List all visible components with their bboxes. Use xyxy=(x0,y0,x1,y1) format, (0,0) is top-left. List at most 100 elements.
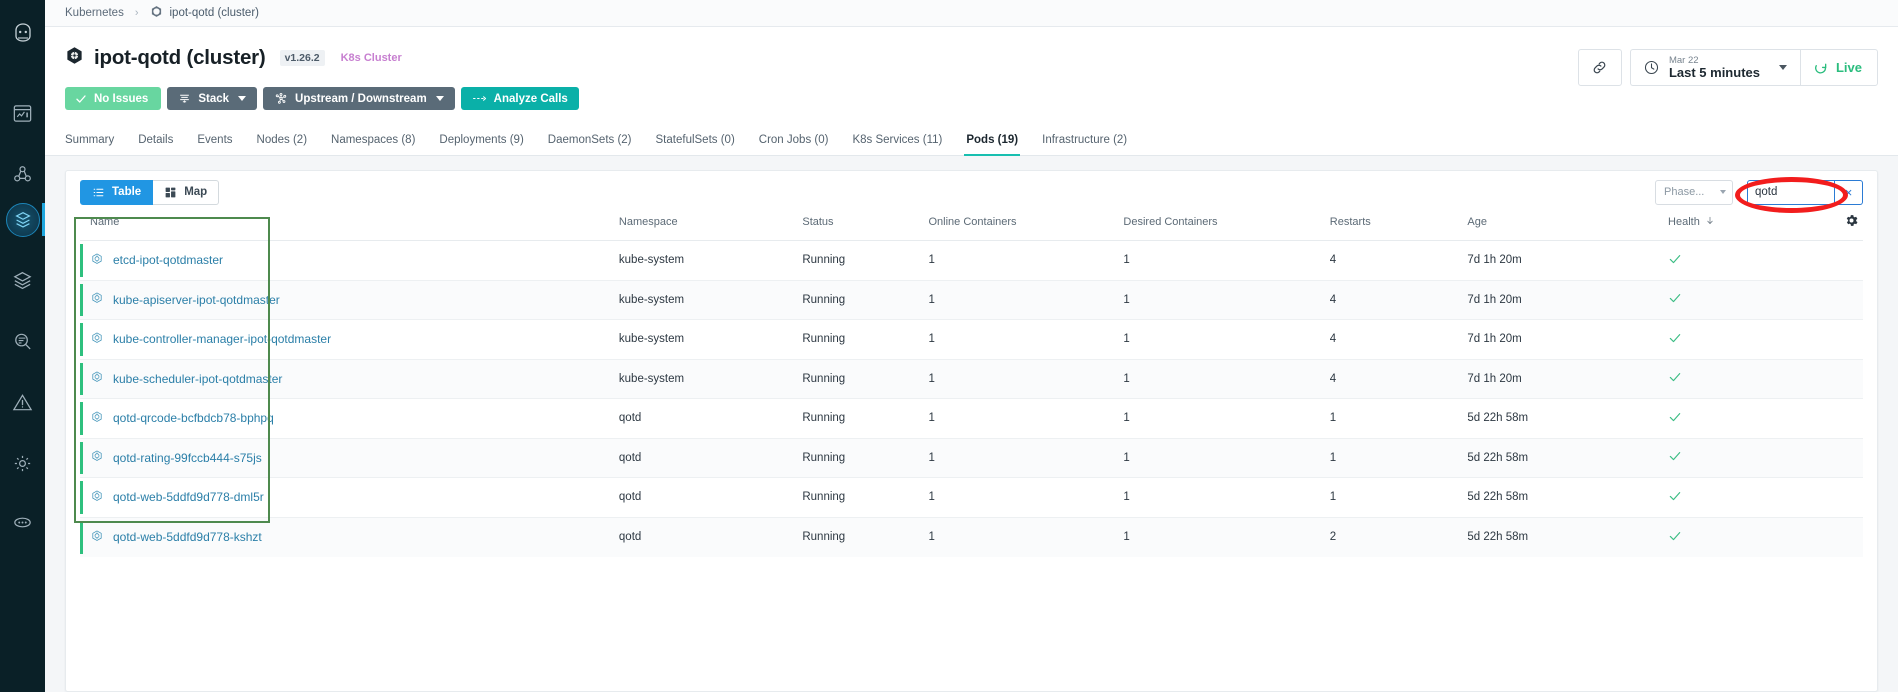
stack-label: Stack xyxy=(198,92,230,105)
tab-namespaces-8[interactable]: Namespaces (8) xyxy=(319,134,427,155)
table-row[interactable]: qotd-web-5ddfd9d778-dml5r qotd Running 1 1 1 5… xyxy=(80,477,1863,518)
column-header-age[interactable]: Age xyxy=(1467,213,1669,241)
search-input-wrapper[interactable] xyxy=(1747,179,1835,205)
column-header-name[interactable]: Name xyxy=(80,213,619,241)
column-header-restarts[interactable]: Restarts xyxy=(1329,213,1468,241)
table-row[interactable]: kube-apiserver-ipot-qotdmaster kube-syste… xyxy=(80,280,1863,320)
explore-search-icon[interactable] xyxy=(0,319,45,364)
cell-health xyxy=(1668,477,1818,518)
search-input[interactable] xyxy=(1755,186,1827,198)
view-toggle-table[interactable]: Table xyxy=(80,179,154,205)
cell-restarts: 1 xyxy=(1329,477,1468,518)
analyze-calls-button[interactable]: Analyze Calls xyxy=(460,87,579,110)
pod-name-link[interactable]: kube-scheduler-ipot-qotdmaster xyxy=(113,372,282,386)
table-row[interactable]: kube-controller-manager-ipot-qotdmaster k… xyxy=(80,319,1863,360)
alerts-warning-icon[interactable] xyxy=(0,380,45,425)
tab-pods-19[interactable]: Pods (19) xyxy=(954,134,1030,156)
column-header-health[interactable]: Health xyxy=(1668,213,1818,241)
action-buttons: No Issues Stack Upstream / Downstream An… xyxy=(65,87,1878,110)
cell-pod-name[interactable]: etcd-ipot-qotdmaster xyxy=(80,240,619,281)
upstream-downstream-button[interactable]: Upstream / Downstream xyxy=(263,87,455,110)
tab-daemonsets-2[interactable]: DaemonSets (2) xyxy=(536,134,644,155)
pod-icon xyxy=(90,291,104,308)
home-logo-icon[interactable] xyxy=(0,10,45,55)
cell-age: 5d 22h 58m xyxy=(1467,438,1669,478)
pod-name-link[interactable]: qotd-web-5ddfd9d778-kshzt xyxy=(113,530,262,544)
no-issues-button[interactable]: No Issues xyxy=(65,87,162,110)
column-header-desired-containers[interactable]: Desired Containers xyxy=(1123,213,1330,241)
view-toggle-map[interactable]: Map xyxy=(153,179,220,205)
view-toggle-map-label: Map xyxy=(184,186,208,198)
cell-restarts: 4 xyxy=(1329,240,1468,281)
tab-bar: Summary Details Events Nodes (2) Namespaces … xyxy=(45,125,1898,156)
tab-details[interactable]: Details xyxy=(126,134,185,155)
column-header-online-containers[interactable]: Online Containers xyxy=(928,213,1124,241)
cell-desired-containers: 1 xyxy=(1123,359,1330,399)
refresh-live-icon xyxy=(1815,63,1827,73)
breadcrumb-root[interactable]: Kubernetes xyxy=(65,7,124,19)
health-ok-check-icon xyxy=(1668,452,1682,466)
phase-filter-select[interactable]: Phase... xyxy=(1655,179,1733,205)
version-badge: v1.26.2 xyxy=(279,50,325,66)
cell-health xyxy=(1668,240,1818,281)
tab-summary[interactable]: Summary xyxy=(65,134,126,155)
pod-name-link[interactable]: qotd-rating-99fccb444-s75js xyxy=(113,451,262,465)
pod-name-link[interactable]: qotd-web-5ddfd9d778-dml5r xyxy=(113,490,264,504)
pods-table: Name Namespace Status Online Containers Desi… xyxy=(80,213,1863,557)
left-nav-rail xyxy=(0,0,45,692)
tab-events[interactable]: Events xyxy=(185,134,244,155)
pod-name-link[interactable]: qotd-qrcode-bcfbdcb78-bphpq xyxy=(113,411,274,425)
column-header-status[interactable]: Status xyxy=(802,213,929,241)
share-link-button[interactable] xyxy=(1577,49,1622,86)
search-clear-button[interactable]: × xyxy=(1835,179,1863,205)
cell-health xyxy=(1668,438,1818,478)
cell-health xyxy=(1668,280,1818,320)
cell-pod-name[interactable]: kube-controller-manager-ipot-qotdmaster xyxy=(80,319,619,360)
cell-pod-name[interactable]: qotd-qrcode-bcfbdcb78-bphpq xyxy=(80,398,619,439)
table-row[interactable]: etcd-ipot-qotdmaster kube-system Running 1 1… xyxy=(80,240,1863,281)
time-range-picker[interactable]: Mar 22 Last 5 minutes xyxy=(1629,49,1800,86)
top-right-toolbar: Mar 22 Last 5 minutes Live xyxy=(1577,49,1878,86)
table-scroll-region[interactable]: Name Namespace Status Online Containers Desi… xyxy=(66,213,1877,691)
health-ok-check-icon xyxy=(1668,412,1682,427)
cell-desired-containers: 1 xyxy=(1123,531,1130,543)
cell-pod-name[interactable]: kube-apiserver-ipot-qotdmaster xyxy=(80,280,619,320)
cell-restarts: 1 xyxy=(1329,398,1468,439)
kubernetes-icon[interactable] xyxy=(0,197,45,242)
settings-gear-icon[interactable] xyxy=(0,441,45,486)
cell-status: Running xyxy=(802,240,929,281)
table-row[interactable]: qotd-rating-99fccb444-s75js qotd Running 1 1… xyxy=(80,438,1863,478)
column-header-namespace[interactable]: Namespace xyxy=(618,213,803,241)
cell-pod-name[interactable]: qotd-web-5ddfd9d778-dml5r xyxy=(80,477,619,518)
more-dots-icon[interactable] xyxy=(0,500,45,545)
table-settings-gear-icon[interactable] xyxy=(1817,213,1863,241)
stack-layers-icon[interactable] xyxy=(0,258,45,303)
pod-name-link[interactable]: kube-controller-manager-ipot-qotdmaster xyxy=(113,332,331,346)
tab-nodes-2[interactable]: Nodes (2) xyxy=(245,134,320,155)
tab-statefulsets-0[interactable]: StatefulSets (0) xyxy=(644,134,747,155)
cell-restarts: 4 xyxy=(1329,359,1468,399)
pod-name-link[interactable]: kube-apiserver-ipot-qotdmaster xyxy=(113,293,280,307)
table-row[interactable]: qotd-qrcode-bcfbdcb78-bphpq qotd Running 1 1… xyxy=(80,398,1863,439)
cell-status: Running xyxy=(802,280,929,320)
dashboard-icon[interactable] xyxy=(0,91,45,136)
cell-pod-name[interactable]: kube-scheduler-ipot-qotdmaster xyxy=(80,359,619,399)
tab-k8s-services-11[interactable]: K8s Services (11) xyxy=(840,134,954,155)
stack-button[interactable]: Stack xyxy=(167,87,258,110)
breadcrumb-cluster-icon xyxy=(150,5,163,21)
live-toggle-button[interactable]: Live xyxy=(1799,49,1878,86)
cell-spacer xyxy=(1817,319,1863,360)
tab-infrastructure-2[interactable]: Infrastructure (2) xyxy=(1030,134,1139,155)
cell-pod-name[interactable]: qotd-web-5ddfd9d778-kshzt xyxy=(80,517,619,557)
topology-icon[interactable] xyxy=(0,152,45,197)
tab-cron-jobs-0[interactable]: Cron Jobs (0) xyxy=(747,134,841,155)
tab-deployments-9[interactable]: Deployments (9) xyxy=(427,134,535,155)
cell-pod-name[interactable]: qotd-rating-99fccb444-s75js xyxy=(80,438,619,478)
table-row[interactable]: kube-scheduler-ipot-qotdmaster kube-syste… xyxy=(80,359,1863,399)
table-row[interactable]: qotd-web-5ddfd9d778-kshzt qotd Running 1 1 2 5… xyxy=(80,517,1863,557)
cell-restarts: 4 xyxy=(1329,280,1468,320)
pod-name-link[interactable]: etcd-ipot-qotdmaster xyxy=(113,253,223,267)
cell-online-containers: 1 xyxy=(928,319,1124,360)
row-health-accent xyxy=(80,323,83,356)
cell-namespace: qotd xyxy=(618,531,642,543)
